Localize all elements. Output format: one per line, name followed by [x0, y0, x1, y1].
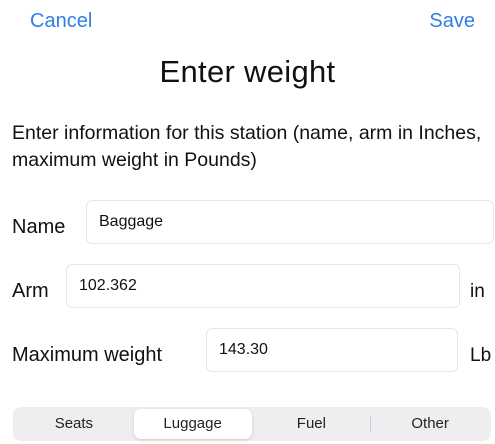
arm-label: Arm — [12, 280, 49, 302]
maximum-weight-label: Maximum weight — [12, 344, 163, 366]
segment-luggage[interactable]: Luggage — [133, 409, 252, 439]
name-label: Name — [12, 216, 66, 238]
page-title: Enter weight — [159, 54, 336, 89]
description-text: Enter information for this station (name… — [12, 122, 482, 171]
maximum-weight-unit-label: Lb — [470, 345, 492, 366]
segment-fuel[interactable]: Fuel — [253, 409, 371, 439]
arm-field[interactable] — [66, 264, 460, 308]
name-field[interactable] — [86, 200, 494, 244]
save-button[interactable]: Save — [429, 10, 475, 33]
cancel-button[interactable]: Cancel — [30, 10, 92, 33]
segment-seats[interactable]: Seats — [15, 409, 133, 439]
segment-other[interactable]: Other — [371, 409, 489, 439]
station-type-segmented-control: Seats Luggage Fuel Other — [13, 407, 491, 441]
maximum-weight-field[interactable] — [206, 328, 458, 372]
arm-unit-label: in — [470, 281, 485, 302]
